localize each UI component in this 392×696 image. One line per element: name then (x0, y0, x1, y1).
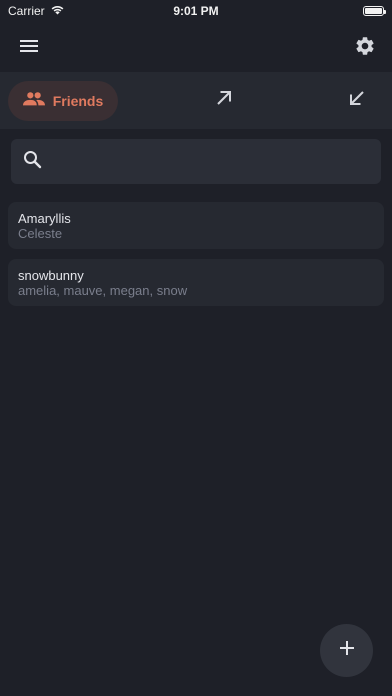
search-bar (11, 139, 381, 184)
friend-aliases: Celeste (18, 226, 63, 241)
app-bar (0, 22, 392, 70)
search-icon (23, 150, 42, 174)
battery-level (365, 8, 382, 14)
battery-icon (363, 6, 386, 16)
plus-icon (339, 640, 355, 661)
add-friend-button[interactable] (320, 624, 373, 677)
tab-friends-label: Friends (52, 92, 104, 109)
friend-name: Amaryllis (18, 211, 71, 226)
status-time: 9:01 PM (173, 4, 219, 18)
status-bar: Carrier 9:01 PM (0, 0, 392, 22)
friend-name: snowbunny (18, 268, 84, 283)
friend-list-item[interactable]: Amaryllis Celeste (8, 202, 384, 249)
tab-friends[interactable]: Friends (8, 80, 118, 121)
friend-list-item[interactable]: snowbunny amelia, mauve, megan, snow (8, 259, 384, 306)
app-screen: Carrier 9:01 PM Friends Amaryllis Celest… (0, 0, 392, 696)
arrow-down-left-icon (348, 89, 366, 112)
search-input[interactable] (52, 139, 369, 184)
gear-icon[interactable] (352, 33, 378, 59)
people-icon (22, 91, 45, 110)
tab-incoming[interactable] (342, 85, 372, 115)
tab-bar: Friends (0, 72, 392, 129)
friend-aliases: amelia, mauve, megan, snow (18, 283, 188, 298)
arrow-up-right-icon (215, 89, 233, 112)
tab-outgoing[interactable] (209, 85, 239, 115)
menu-icon[interactable] (16, 33, 42, 59)
